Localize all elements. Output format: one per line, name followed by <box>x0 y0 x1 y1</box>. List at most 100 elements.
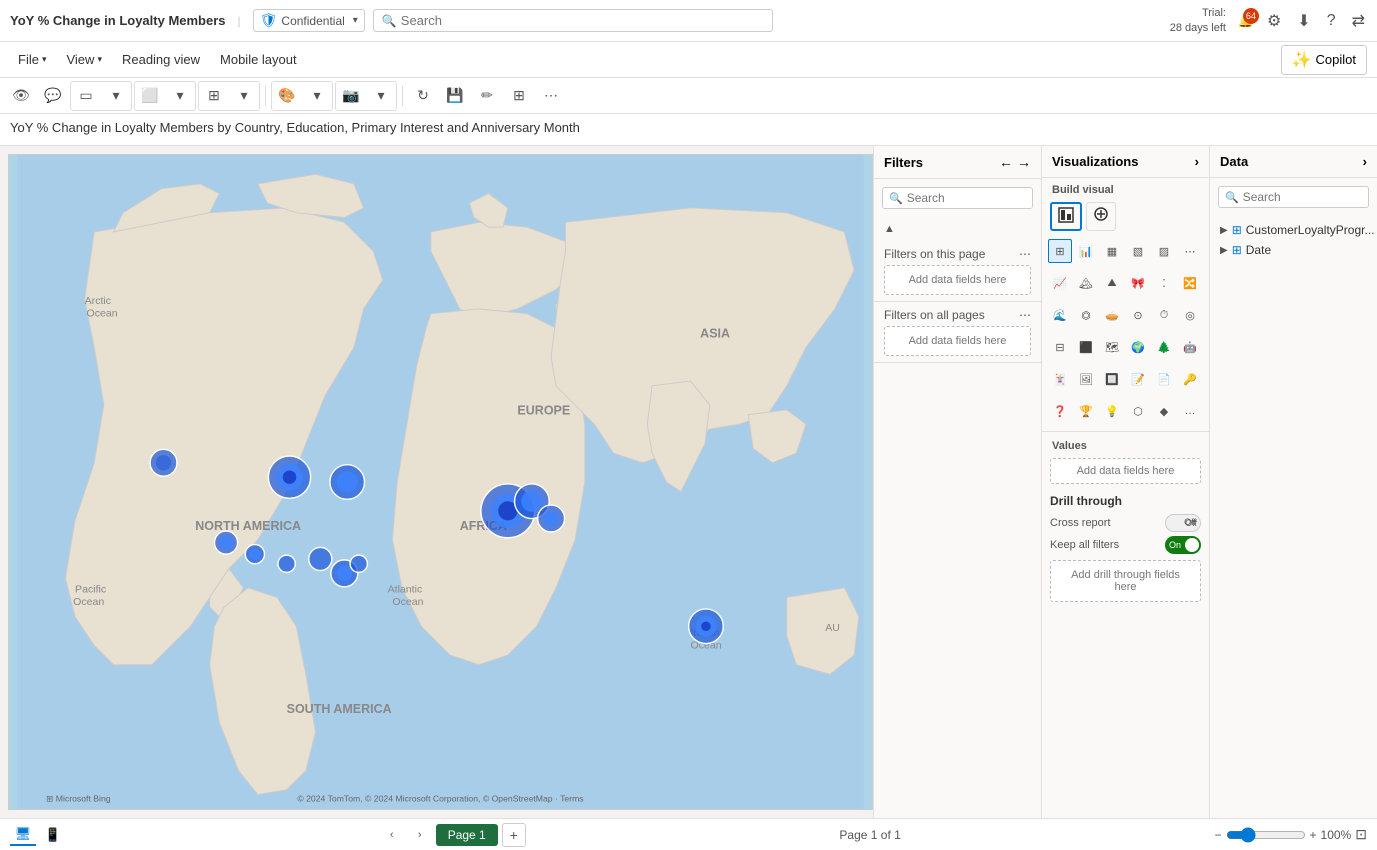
confidential-badge[interactable]: 🛡 Confidential ▾ <box>253 9 365 32</box>
view-menu[interactable]: View ▾ <box>58 48 109 71</box>
viz-smart-narr-icon[interactable]: 📝 <box>1126 367 1150 391</box>
viz-gauge-icon[interactable]: ⏱ <box>1152 303 1176 327</box>
build-visual-tab[interactable] <box>1050 202 1082 231</box>
filter-nav-right[interactable]: → <box>1017 154 1031 170</box>
viz-expand-icon[interactable]: › <box>1195 154 1199 169</box>
next-page-button[interactable]: › <box>408 823 432 847</box>
viz-image-icon[interactable]: 🖼 <box>1074 367 1098 391</box>
more-button[interactable]: ⋯ <box>536 82 566 110</box>
zoom-out-icon[interactable]: − <box>1215 828 1222 842</box>
button-caret[interactable]: ▾ <box>229 82 259 110</box>
data-expand-icon[interactable]: › <box>1363 154 1367 169</box>
fit-page-icon[interactable]: ⊡ <box>1355 826 1367 843</box>
data-search-bar[interactable]: 🔍 <box>1218 186 1369 208</box>
viz-100pct-bar-icon[interactable]: ▨ <box>1152 239 1176 263</box>
filters-search-input[interactable] <box>907 191 1026 205</box>
download-icon[interactable]: ⬇ <box>1295 9 1312 33</box>
filters-search-bar[interactable]: 🔍 <box>882 187 1033 209</box>
filter-all-pages-more[interactable]: ⋯ <box>1019 308 1031 322</box>
viz-custom1-icon[interactable]: 🏆 <box>1074 399 1098 423</box>
save-button[interactable]: 💾 <box>440 82 470 110</box>
viz-slicer-icon[interactable]: 🔲 <box>1100 367 1124 391</box>
viz-donut-icon[interactable]: ⊙ <box>1126 303 1150 327</box>
copilot-button[interactable]: ✨ Copilot <box>1281 45 1367 75</box>
viz-more-icon[interactable]: … <box>1178 399 1202 423</box>
viz-stacked-bar-icon[interactable]: ▦ <box>1100 239 1124 263</box>
mobile-layout-menu[interactable]: Mobile layout <box>212 48 305 71</box>
prev-page-button[interactable]: ‹ <box>380 823 404 847</box>
share-icon[interactable]: ⇄ <box>1350 9 1367 33</box>
refresh-button[interactable]: ↻ <box>408 82 438 110</box>
viz-combo-icon[interactable]: 🔀 <box>1178 271 1202 295</box>
page-tab[interactable]: Page 1 <box>436 824 498 846</box>
viz-qanda-icon[interactable]: ❓ <box>1048 399 1072 423</box>
viz-bar-icon[interactable]: 📊 <box>1074 239 1098 263</box>
binoculars-button[interactable]: 👁 <box>6 82 36 110</box>
viz-values-drop-zone[interactable]: Add data fields here <box>1050 458 1201 484</box>
viz-pie-icon[interactable]: 🥧 <box>1100 303 1124 327</box>
viz-scatter-icon[interactable]: ⁚ <box>1152 271 1176 295</box>
settings-icon[interactable]: ⚙ <box>1265 9 1283 33</box>
global-search-bar[interactable]: 🔍 <box>373 9 773 32</box>
viz-radial-icon[interactable]: ◎ <box>1178 303 1202 327</box>
keep-all-filters-toggle[interactable]: On <box>1165 536 1201 554</box>
viz-treemap-icon[interactable]: ⬛ <box>1074 335 1098 359</box>
comment-button[interactable]: 💬 <box>38 82 68 110</box>
reading-view-menu[interactable]: Reading view <box>114 48 208 71</box>
button-button[interactable]: ⊞ <box>199 82 229 110</box>
viz-custom2-icon[interactable]: 💡 <box>1100 399 1124 423</box>
cross-report-toggle[interactable]: Off <box>1165 514 1201 532</box>
add-page-button[interactable]: + <box>502 823 526 847</box>
data-tree-item-date[interactable]: ▶ ⊞ Date <box>1216 240 1371 260</box>
insert-button[interactable]: 📷 <box>336 82 366 110</box>
viz-map-icon[interactable]: 🗺 <box>1100 335 1124 359</box>
viz-card-icon[interactable]: 🃏 <box>1048 367 1072 391</box>
insert-caret[interactable]: ▾ <box>366 82 396 110</box>
grid-button[interactable]: ⊞ <box>504 82 534 110</box>
viz-line-icon[interactable]: 📈 <box>1048 271 1072 295</box>
viz-key-influencer-icon[interactable]: 🔑 <box>1178 367 1202 391</box>
viz-icon-grid-row2: 📈 🏔 ⛰ 🎀 ⁚ 🔀 <box>1042 267 1209 299</box>
mobile-icon[interactable]: 📱 <box>40 824 66 846</box>
viz-custom4-icon[interactable]: ◆ <box>1152 399 1176 423</box>
global-search-input[interactable] <box>401 13 764 28</box>
viz-funnel-icon[interactable]: ⏣ <box>1074 303 1098 327</box>
viz-ribbon-icon[interactable]: 🎀 <box>1126 271 1150 295</box>
filters-on-all-pages-drop[interactable]: Add data fields here <box>884 326 1031 356</box>
zoom-in-icon[interactable]: + <box>1310 828 1317 842</box>
viz-table-icon[interactable]: ⊞ <box>1048 239 1072 263</box>
filter-section-more[interactable]: ⋯ <box>1019 247 1031 261</box>
help-icon[interactable]: ? <box>1325 10 1338 32</box>
format-visual-tab[interactable] <box>1086 202 1116 231</box>
viz-matrix-icon[interactable]: ⊟ <box>1048 335 1072 359</box>
map-container[interactable]: NORTH AMERICA AFRICA EUROPE ASIA SOUTH A… <box>8 154 873 810</box>
data-tree-item-customer[interactable]: ▶ ⊞ CustomerLoyaltyProgr... <box>1216 220 1371 240</box>
filter-nav-left[interactable]: ← <box>999 154 1013 170</box>
shape-caret[interactable]: ▾ <box>165 82 195 110</box>
filters-collapse-arrow[interactable]: ▲ <box>878 219 901 239</box>
viz-stacked-area-icon[interactable]: ⛰ <box>1100 271 1124 295</box>
viz-filled-map-icon[interactable]: 🌍 <box>1126 335 1150 359</box>
viz-clustered-bar-icon[interactable]: ▧ <box>1126 239 1150 263</box>
viz-paginated-icon[interactable]: 📄 <box>1152 367 1176 391</box>
desktop-icon[interactable]: 🖥 <box>10 824 36 846</box>
text-box-button[interactable]: ▭ <box>71 82 101 110</box>
viz-more-bar-icon[interactable]: ⋯ <box>1178 239 1202 263</box>
data-search-icon: 🔍 <box>1225 191 1239 204</box>
format-button[interactable]: 🎨 <box>272 82 302 110</box>
text-box-caret[interactable]: ▾ <box>101 82 131 110</box>
viz-custom3-icon[interactable]: ⬡ <box>1126 399 1150 423</box>
zoom-slider[interactable] <box>1226 827 1306 843</box>
viz-waterfall-icon[interactable]: 🌊 <box>1048 303 1072 327</box>
shape-button[interactable]: ⬜ <box>135 82 165 110</box>
drill-through-drop-zone[interactable]: Add drill through fields here <box>1050 560 1201 602</box>
filters-on-this-page-drop[interactable]: Add data fields here <box>884 265 1031 295</box>
viz-ai-icon[interactable]: 🤖 <box>1178 335 1202 359</box>
format-caret[interactable]: ▾ <box>302 82 332 110</box>
viz-decomp-icon[interactable]: 🌲 <box>1152 335 1176 359</box>
viz-area-icon[interactable]: 🏔 <box>1074 271 1098 295</box>
data-search-input[interactable] <box>1243 190 1362 204</box>
eraser-button[interactable]: ✏ <box>472 82 502 110</box>
file-menu[interactable]: File ▾ <box>10 48 54 71</box>
notification-button[interactable]: 🔔 64 <box>1238 14 1253 28</box>
